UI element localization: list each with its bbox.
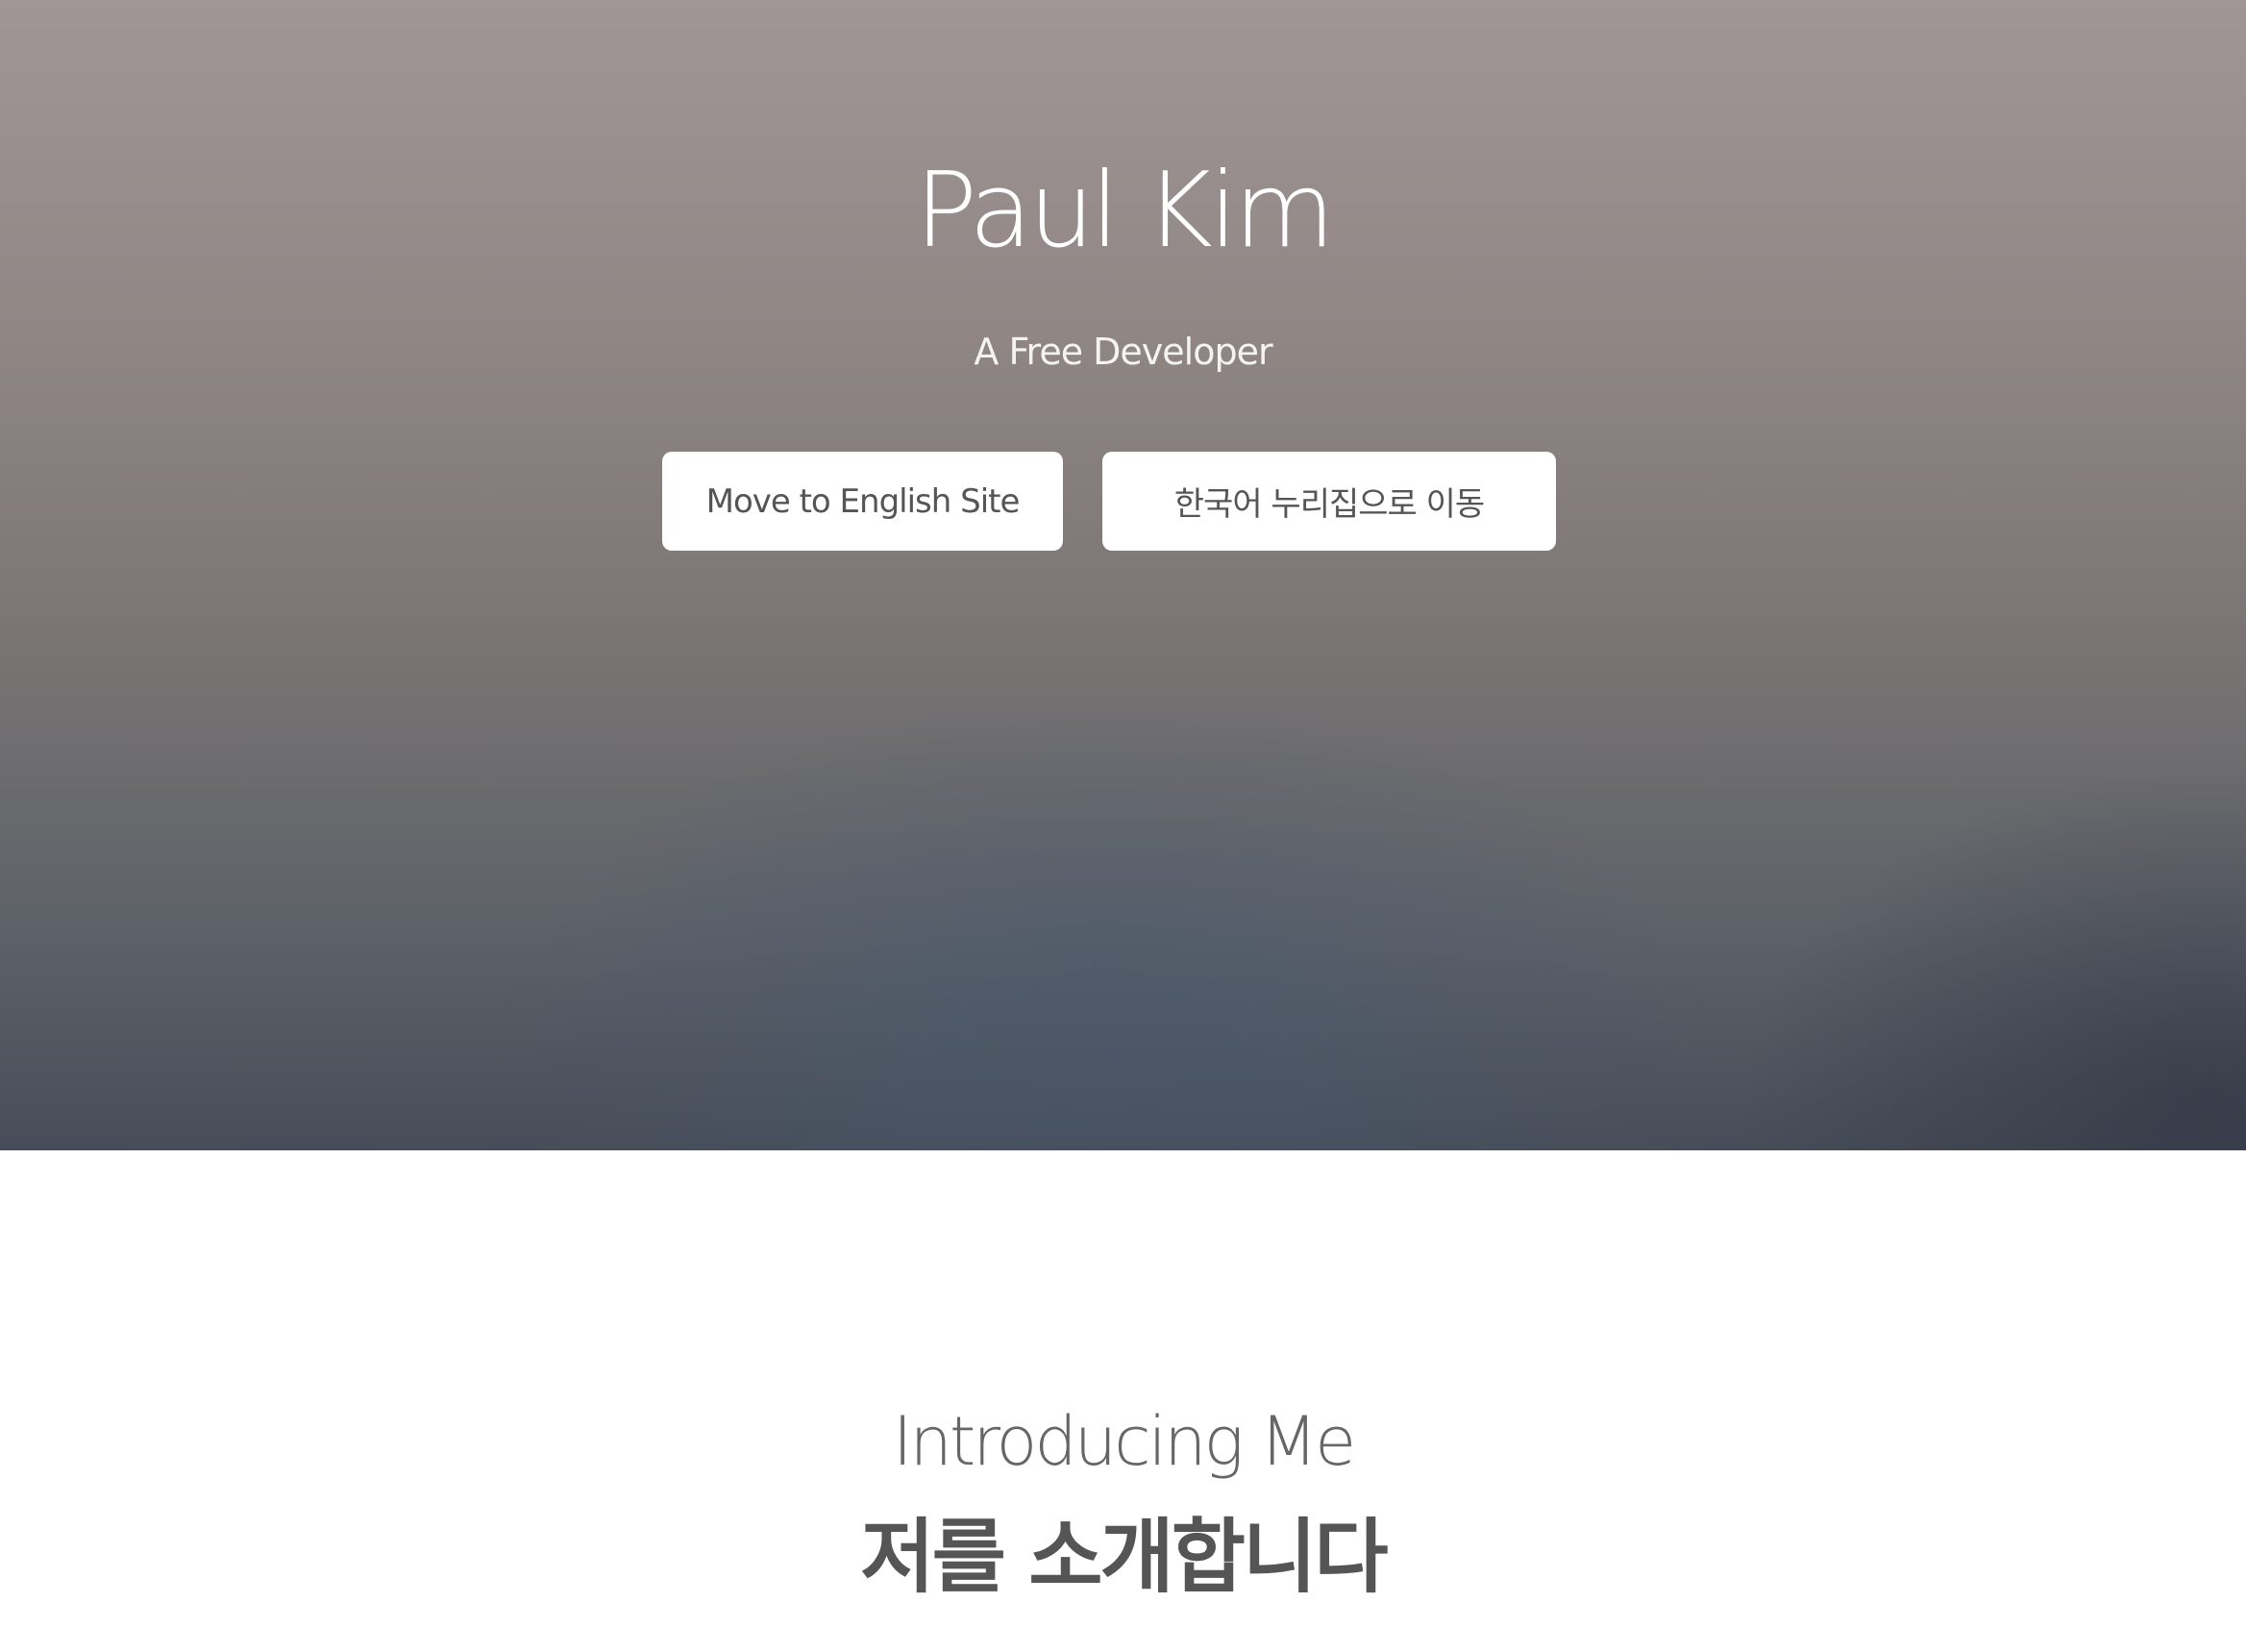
- hero-section: Paul Kim A Free Developer Move to Englis…: [0, 0, 2246, 1150]
- hero-title: Paul Kim: [914, 151, 1335, 271]
- move-to-korean-site-button[interactable]: 한국어 누리집으로 이동: [1102, 452, 1556, 551]
- move-to-english-site-button[interactable]: Move to English Site: [662, 452, 1063, 551]
- intro-title: Introducing Me: [892, 1402, 1356, 1481]
- intro-subtitle: 저를 소개합니다: [860, 1510, 1388, 1604]
- hero-subtitle: A Free Developer: [974, 331, 1272, 373]
